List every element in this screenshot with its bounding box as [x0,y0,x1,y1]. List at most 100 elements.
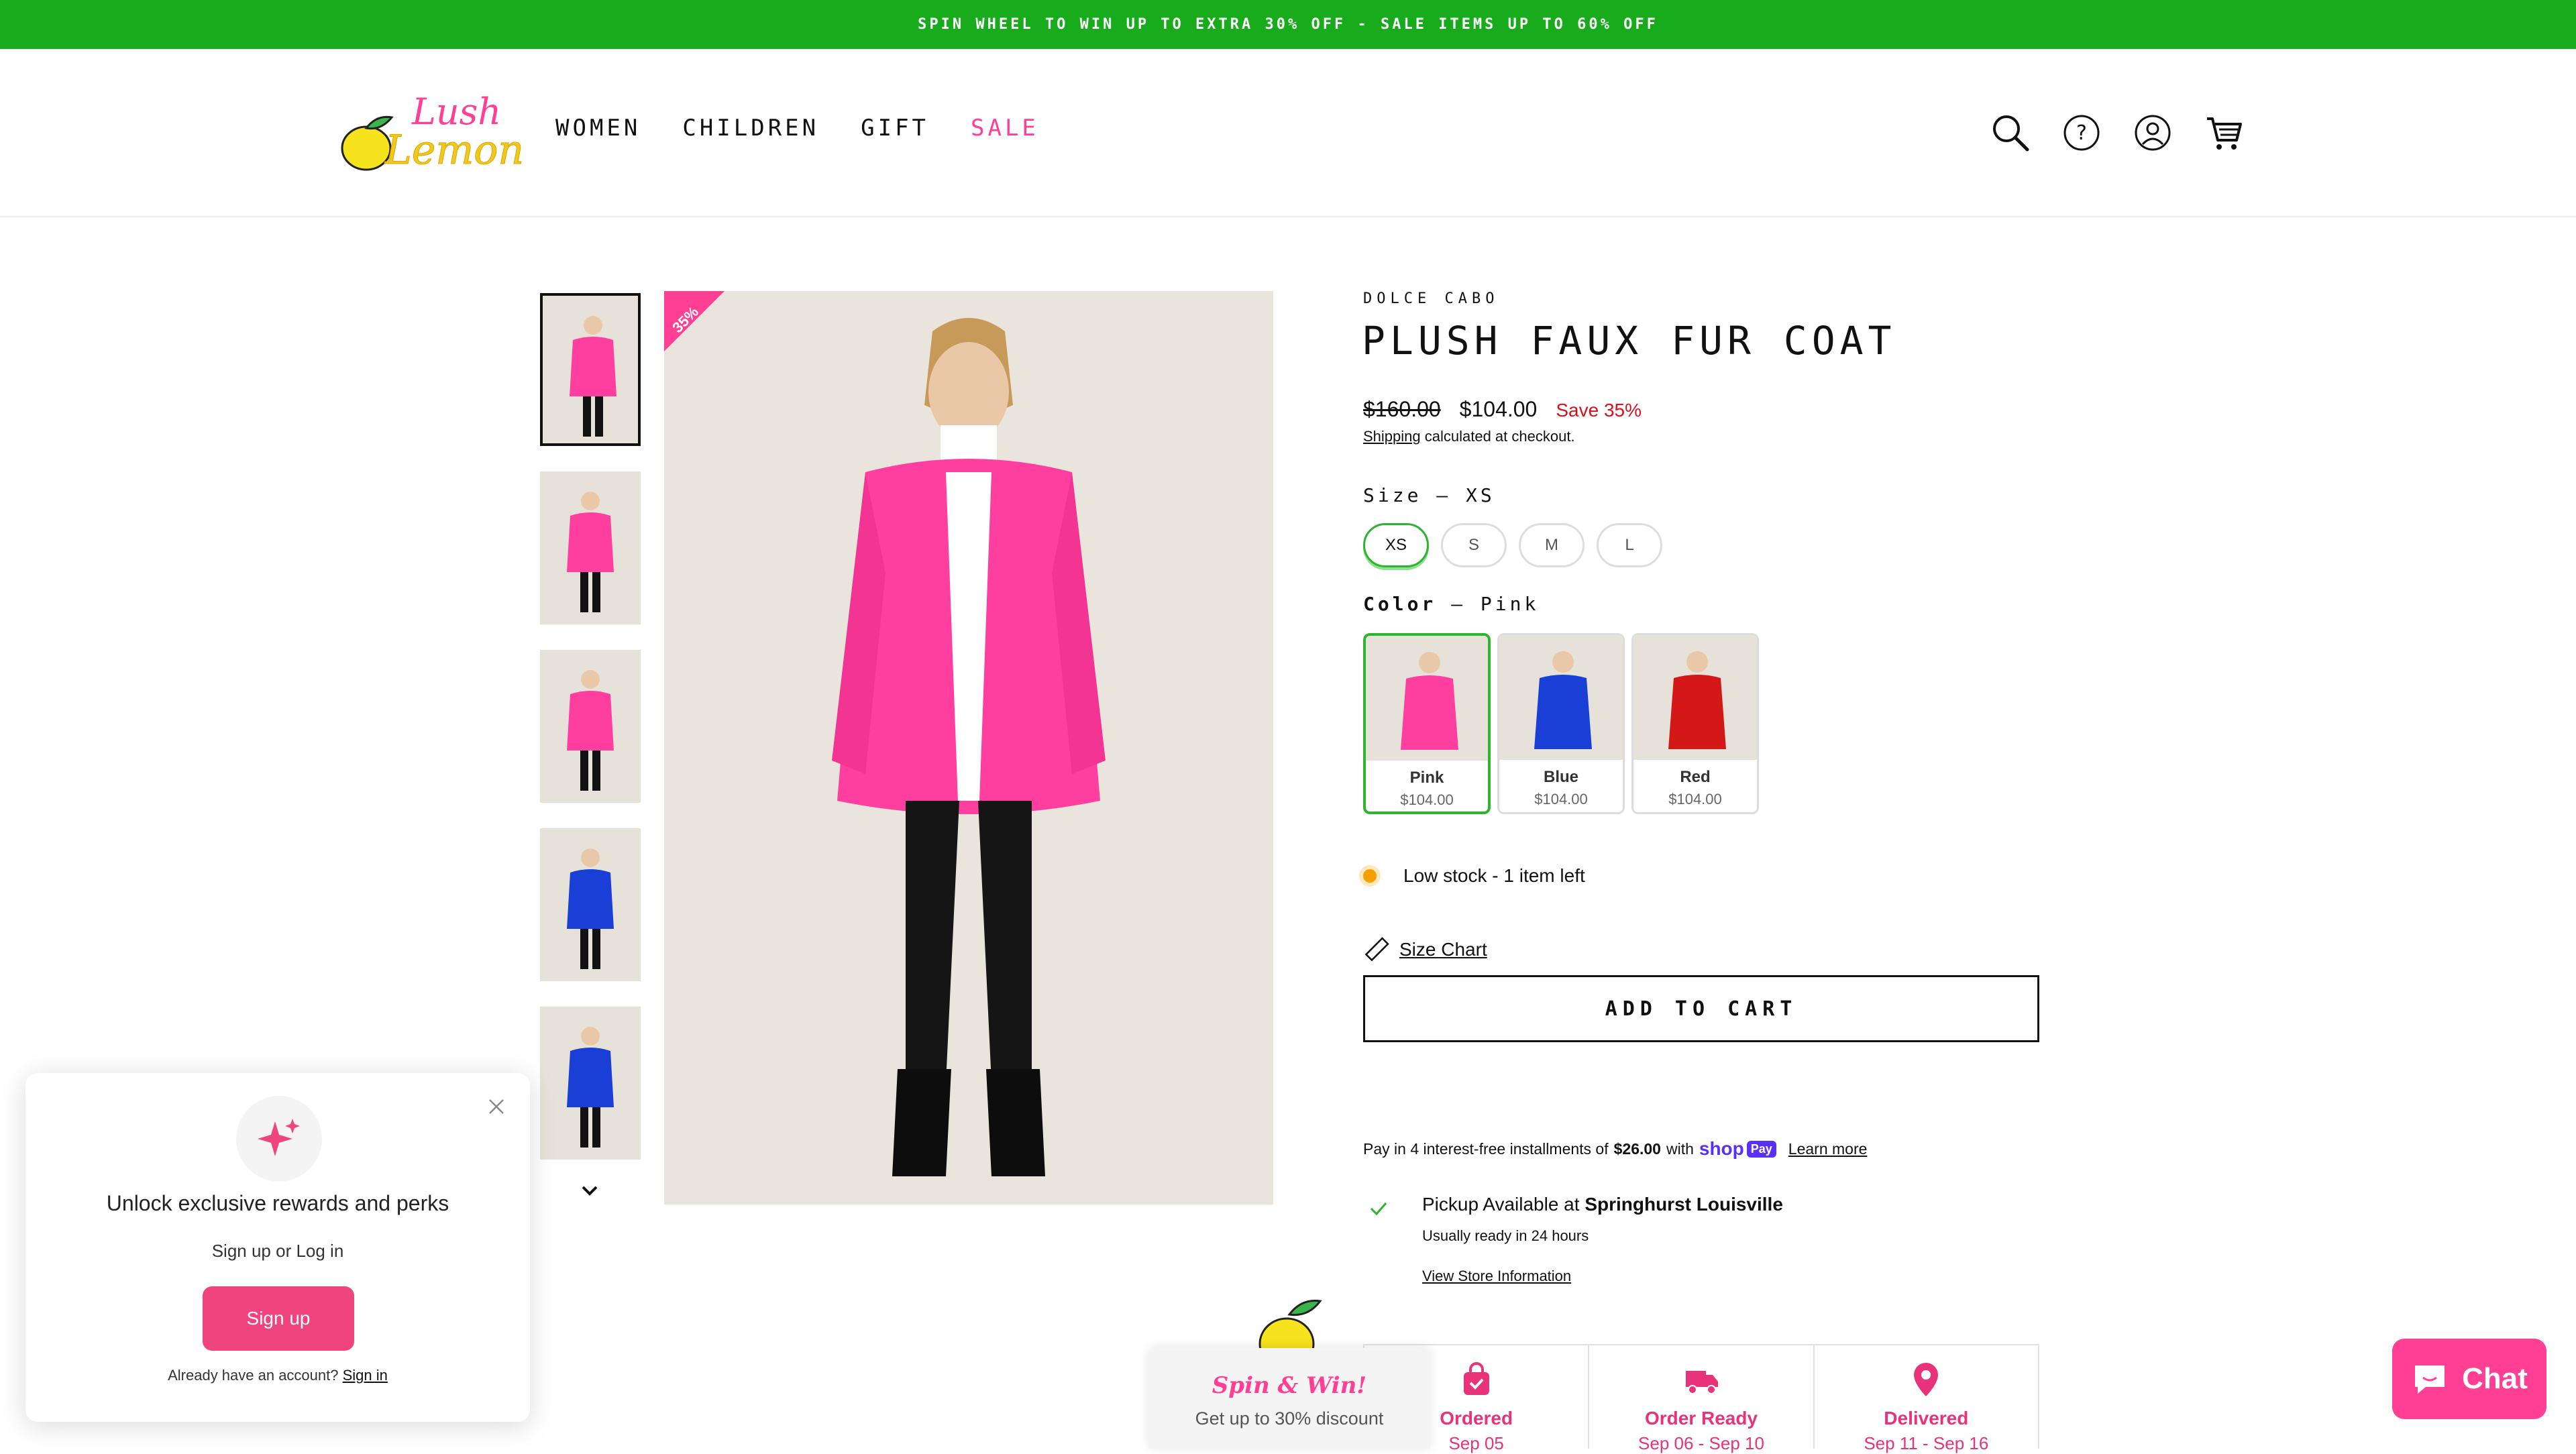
timeline-step-delivered: Delivered Sep 11 - Sep 16 [1815,1345,2038,1453]
thumbnail-4[interactable] [540,828,641,981]
location-pin-icon [1914,1363,1939,1396]
svg-text:?: ? [2076,121,2087,145]
announcement-text: SPIN WHEEL TO WIN UP TO EXTRA 30% OFF - … [918,16,1658,33]
stock-dot-icon [1363,869,1377,883]
timeline-label: Order Ready [1644,1408,1758,1429]
add-to-cart-button[interactable]: ADD TO CART [1363,975,2039,1042]
rewards-footer: Already have an account? Sign in [25,1367,530,1384]
thumbnail-2[interactable] [540,471,641,624]
sign-in-link[interactable]: Sign in [343,1367,388,1384]
shipping-link[interactable]: Shipping [1363,428,1421,445]
swatch-price: $104.00 [1534,791,1588,807]
nav-children[interactable]: CHILDREN [682,115,819,142]
thumbnail-list [540,293,641,1185]
model-illustration [664,291,1273,1205]
rewards-subheading: Sign up or Log in [211,1241,344,1261]
main-nav: WOMEN CHILDREN GIFT SALE [555,115,1039,142]
shopping-bag-icon [1463,1362,1489,1395]
sign-up-button[interactable]: Sign up [203,1286,354,1351]
size-option-m[interactable]: M [1519,523,1585,567]
chevron-down-icon[interactable] [576,1179,603,1203]
swatch-image [1499,635,1623,760]
checkmark-icon [1370,1203,1387,1216]
timeline-date: Sep 06 - Sep 10 [1638,1433,1764,1453]
swatch-price: $104.00 [1668,791,1722,807]
timeline-label: Delivered [1884,1408,1969,1429]
nav-sale[interactable]: SALE [971,115,1039,142]
close-icon[interactable] [487,1097,506,1116]
size-option-l[interactable]: L [1597,523,1662,567]
shipping-text: calculated at checkout. [1420,428,1575,445]
nav-gift[interactable]: GIFT [861,115,929,142]
stock-text: Low stock - 1 item left [1403,865,1585,886]
announcement-bar[interactable]: SPIN WHEEL TO WIN UP TO EXTRA 30% OFF - … [0,0,2576,49]
help-icon[interactable]: ? [2062,113,2101,152]
size-label-text: Size [1363,484,1422,506]
brand-word-lemon: Lemon [384,127,525,174]
shipping-note: Shipping calculated at checkout. [1363,428,1575,445]
swatch-name: Pink [1409,769,1444,787]
sparkle-icon [236,1096,322,1182]
chat-label: Chat [2462,1362,2528,1395]
color-swatch-red[interactable]: Red $104.00 [1631,633,1759,814]
rewards-heading: Unlock exclusive rewards and perks [106,1191,449,1215]
rewards-footer-text: Already have an account? [168,1367,343,1384]
spin-subtitle: Get up to 30% discount [1195,1408,1384,1429]
learn-more-link[interactable]: Learn more [1788,1140,1868,1158]
cart-icon[interactable] [2204,113,2243,152]
installment-amount: $26.00 [1613,1139,1661,1158]
size-chart-text: Size Chart [1399,939,1487,960]
brand-logo[interactable]: Lush Lemon [339,89,525,176]
color-selected: Pink [1480,593,1540,615]
timeline-date: Sep 11 - Sep 16 [1864,1433,1989,1453]
shop-pay-installments: Pay in 4 interest-free installments of $… [1363,1138,1867,1160]
delivery-timeline: Ordered Sep 05 Order Ready Sep 06 - Sep … [1363,1344,2039,1453]
site-header: Lush Lemon WOMEN CHILDREN GIFT SALE ? [0,49,2576,217]
rewards-popup: Unlock exclusive rewards and perks Sign … [25,1073,530,1422]
account-icon[interactable] [2133,113,2172,152]
swatch-name: Red [1680,768,1711,786]
color-swatch-blue[interactable]: Blue $104.00 [1497,633,1625,814]
product-vendor[interactable]: DOLCE CABO [1363,290,1499,307]
price-row: $160.00 $104.00 Save 35% [1363,397,1642,422]
product-title: PLUSH FAUX FUR COAT [1362,318,1896,364]
ruler-icon [1364,937,1389,962]
color-swatch-pink[interactable]: Pink $104.00 [1363,633,1491,814]
swatch-image [1633,635,1757,760]
search-icon[interactable] [1991,113,2030,152]
sale-price: $104.00 [1459,397,1538,421]
view-store-link[interactable]: View Store Information [1422,1268,1571,1285]
pickup-ready: Usually ready in 24 hours [1422,1227,1589,1244]
header-icons: ? [1991,113,2243,152]
thumbnail-5[interactable] [540,1007,641,1160]
pickup-store: Springhurst Louisville [1585,1194,1783,1215]
installments-with: with [1666,1139,1694,1158]
timeline-step-ready: Order Ready Sep 06 - Sep 10 [1589,1345,1815,1453]
spin-and-win-widget[interactable]: Spin & Win! Get up to 30% discount [1148,1348,1430,1449]
pickup-heading: Pickup Available at Springhurst Louisvil… [1422,1194,1783,1215]
color-label-text: Color [1363,593,1437,615]
delivery-truck-icon [1685,1371,1718,1394]
color-swatches: Pink $104.00 Blue $104.00 Red $104.00 [1363,633,1759,814]
compare-price: $160.00 [1363,397,1441,421]
size-chart-link[interactable]: Size Chart [1363,936,1487,963]
chat-bubble-icon [2415,1365,2445,1394]
thumbnail-1[interactable] [540,293,641,446]
main-product-image[interactable]: 35% [664,291,1273,1205]
shop-pay-logo: shop Pay [1699,1138,1776,1160]
size-label: Size — XS [1363,484,1495,506]
chat-button[interactable]: Chat [2392,1339,2546,1419]
save-label: Save 35% [1556,400,1642,421]
shop-pay-badge: Pay [1746,1140,1776,1158]
size-option-s[interactable]: S [1441,523,1507,567]
nav-women[interactable]: WOMEN [555,115,641,142]
shop-pay-brand: shop [1699,1138,1744,1159]
swatch-image [1366,636,1488,761]
installments-prefix: Pay in 4 interest-free installments of [1363,1139,1609,1158]
swatch-price: $104.00 [1400,791,1454,808]
pickup-prefix: Pickup Available at [1422,1194,1585,1215]
thumbnail-3[interactable] [540,650,641,803]
spin-title: Spin & Win! [1212,1372,1367,1399]
size-options: XS S M L [1363,523,1662,567]
size-option-xs[interactable]: XS [1363,523,1429,567]
